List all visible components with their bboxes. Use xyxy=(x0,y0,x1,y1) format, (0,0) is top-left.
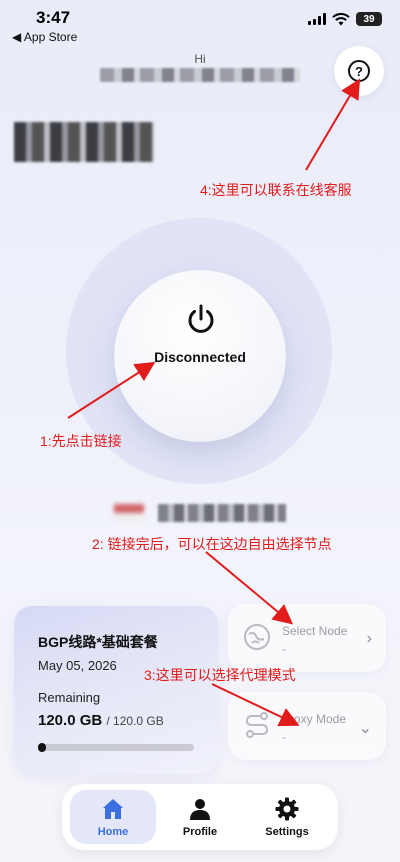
remaining-label: Remaining xyxy=(38,690,101,705)
wifi-icon xyxy=(332,12,350,25)
status-time: 3:47 xyxy=(36,8,71,27)
chevron-right-icon: › xyxy=(366,630,372,647)
status-icons: 39 xyxy=(308,12,382,26)
tab-settings-label: Settings xyxy=(265,826,309,838)
home-icon xyxy=(103,799,123,819)
plan-card[interactable]: BGP线路*基础套餐 May 05, 2026 Remaining 120.0 … xyxy=(14,606,218,774)
user-email-redacted xyxy=(100,68,300,82)
tab-home[interactable]: Home xyxy=(70,790,156,844)
tab-profile-label: Profile xyxy=(182,826,218,838)
battery-icon: 39 xyxy=(356,12,382,26)
route-icon xyxy=(245,712,269,738)
profile-icon xyxy=(190,799,210,820)
select-node-label: Select Node xyxy=(282,624,348,638)
country-flag-redacted xyxy=(114,504,144,522)
annotation-mode: 3:这里可以选择代理模式 xyxy=(144,667,296,683)
select-node-card[interactable]: Select Node - › xyxy=(228,604,386,672)
annotation-help: 4:这里可以联系在线客服 xyxy=(200,182,352,198)
current-location-redacted xyxy=(112,500,292,526)
cellular-signal-icon xyxy=(308,13,326,25)
back-app-label: App Store xyxy=(23,30,78,44)
status-bar: 3:47 ◀ App Store 39 xyxy=(0,0,400,48)
username-redacted xyxy=(14,122,154,162)
remaining-amount: 120.0 GB xyxy=(38,712,103,729)
question-mark-icon: ? xyxy=(348,60,370,82)
usage-progress-bar xyxy=(38,743,194,752)
annotation-connect: 1:先点击链接 xyxy=(40,433,122,449)
plan-name: BGP线路*基础套餐 xyxy=(38,634,158,650)
connection-status: Disconnected xyxy=(154,349,246,365)
power-icon xyxy=(188,304,214,333)
plan-data-amount: 120.0 GB / 120.0 GB xyxy=(38,712,164,729)
globe-icon xyxy=(244,624,270,650)
proxy-mode-label: Proxy Mode xyxy=(282,712,347,726)
chevron-down-icon: ⌄ xyxy=(358,720,372,737)
arrow-help xyxy=(305,78,361,171)
back-to-app-store[interactable]: ◀ App Store xyxy=(12,30,77,44)
help-button[interactable]: ? xyxy=(334,46,384,96)
tab-settings[interactable]: Settings xyxy=(244,790,330,844)
tab-home-label: Home xyxy=(97,826,129,838)
proxy-mode-card[interactable]: Proxy Mode - ⌄ xyxy=(228,692,386,760)
select-node-value: - xyxy=(282,642,286,656)
bottom-tab-bar: Home Profile Settings xyxy=(62,784,338,850)
total-amount: / 120.0 GB xyxy=(106,714,164,728)
plan-expiry-date: May 05, 2026 xyxy=(38,658,117,673)
usage-progress-fill xyxy=(38,743,46,752)
proxy-mode-value: - xyxy=(282,730,286,744)
tab-profile[interactable]: Profile xyxy=(157,790,243,844)
annotation-node: 2: 链接完后，可以在这边自由选择节点 xyxy=(92,536,332,552)
location-name-redacted xyxy=(158,504,286,522)
gear-icon xyxy=(275,797,299,821)
